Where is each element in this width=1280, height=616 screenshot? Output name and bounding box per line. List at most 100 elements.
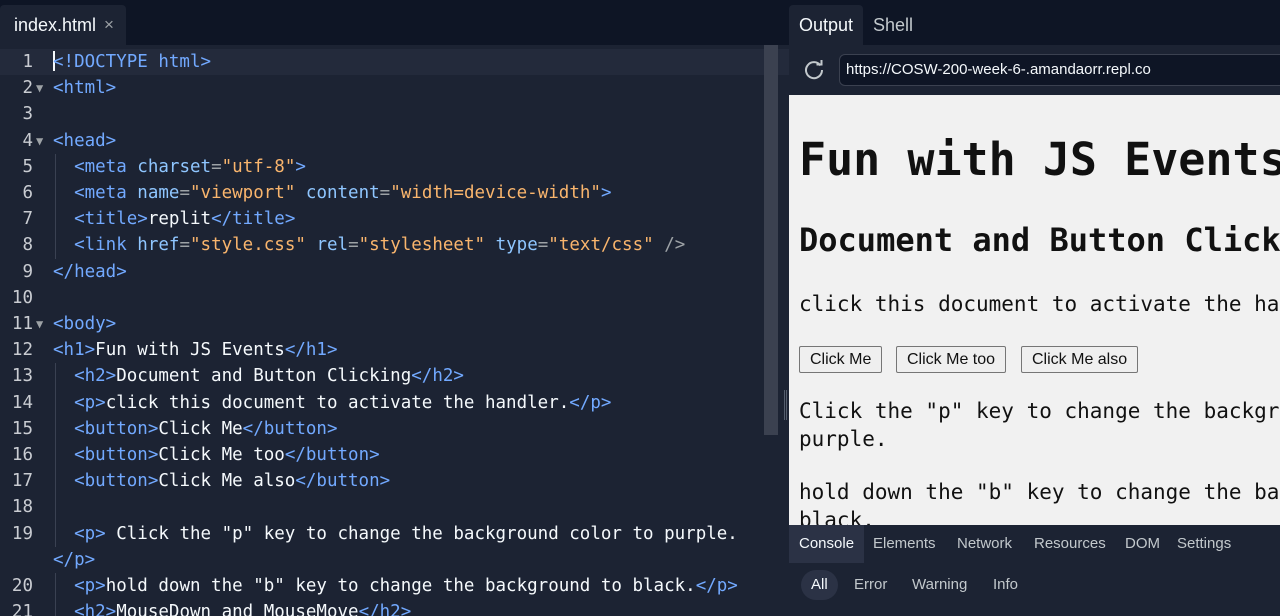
code-line[interactable]: 11 ▼ <body> bbox=[0, 311, 789, 337]
line-number: 1 bbox=[22, 52, 33, 72]
code-line[interactable]: 8 <link href="style.css" rel="stylesheet… bbox=[0, 232, 789, 259]
line-number: 12 bbox=[11, 340, 33, 361]
code-token: <button> bbox=[74, 471, 159, 492]
code-token: <body> bbox=[53, 314, 117, 334]
filter-all[interactable]: All bbox=[801, 570, 838, 600]
code-line[interactable]: 21 <h2>MouseDown and MouseMove</h2> bbox=[0, 599, 789, 616]
tab-shell[interactable]: Shell bbox=[863, 5, 923, 45]
code-token: Click Me bbox=[158, 418, 243, 439]
code-line[interactable]: 6 <meta name="viewport" content="width=d… bbox=[0, 180, 789, 207]
code-line[interactable]: </p> bbox=[0, 547, 789, 573]
devtools-tab-elements[interactable]: Elements bbox=[863, 525, 946, 563]
code-line[interactable]: 2 ▼ <html> bbox=[0, 75, 789, 101]
code-token: > bbox=[295, 156, 306, 177]
devtools-tab-network[interactable]: Network bbox=[947, 525, 1022, 563]
code-token: "stylesheet" bbox=[358, 235, 486, 256]
fold-arrow-icon[interactable]: ▼ bbox=[36, 311, 43, 337]
code-token: <h1> bbox=[53, 340, 96, 361]
code-text: <button>Click Me</button> bbox=[53, 416, 337, 442]
code-line[interactable]: 7 <title>replit</title> bbox=[0, 206, 789, 233]
code-token: </p> bbox=[695, 576, 738, 596]
code-token: </title> bbox=[211, 209, 296, 230]
code-token: </p> bbox=[569, 392, 612, 413]
devtools-panel: Console Elements Network Resources DOM S… bbox=[789, 525, 1280, 616]
code-text: <body> bbox=[53, 311, 116, 337]
code-token: = bbox=[348, 235, 359, 256]
code-editor[interactable]: 1 <!DOCTYPE html> 2 ▼ <html> 3 4 ▼ <head> 5 <meta… bbox=[0, 45, 789, 616]
code-token: charset bbox=[137, 156, 212, 177]
code-line[interactable]: 9 </head> bbox=[0, 259, 789, 285]
code-token: <link bbox=[74, 235, 138, 256]
click-me-button[interactable]: Click Me bbox=[799, 346, 883, 373]
click-me-also-button[interactable]: Click Me also bbox=[1021, 346, 1139, 373]
code-line[interactable]: 19 <p> Click the "p" key to change the b… bbox=[0, 520, 789, 547]
editor-scrollbar[interactable] bbox=[764, 45, 778, 435]
line-number: 9 bbox=[22, 261, 33, 282]
code-token: Click the "p" key to change the backgrou… bbox=[105, 523, 738, 544]
code-text: <button>Click Me too</button> bbox=[53, 442, 380, 468]
click-me-too-button[interactable]: Click Me too bbox=[896, 346, 1007, 373]
webview-output[interactable]: Fun with JS Events Document and Button C… bbox=[789, 95, 1280, 525]
code-token: <!DOCTYPE html> bbox=[53, 52, 212, 72]
code-token: replit bbox=[147, 209, 212, 230]
code-line[interactable]: 17 <button>Click Me also</button> bbox=[0, 468, 789, 495]
devtools-tab-console[interactable]: Console bbox=[789, 525, 865, 563]
code-line[interactable]: 14 <p>click this document to activate th… bbox=[0, 389, 789, 416]
code-text: <h1>Fun with JS Events</h1> bbox=[53, 337, 338, 363]
code-line[interactable]: 4 ▼ <head> bbox=[0, 128, 789, 154]
code-token: Click Me too bbox=[158, 445, 285, 465]
devtools-tab-settings[interactable]: Settings bbox=[1167, 525, 1241, 563]
code-token: Click Me also bbox=[158, 471, 296, 492]
paragraph-p-key-wrap: purple. bbox=[799, 427, 888, 451]
code-line[interactable]: 18 bbox=[0, 494, 789, 521]
code-token: <p> bbox=[74, 392, 106, 413]
filter-info[interactable]: Info bbox=[983, 570, 1028, 600]
devtools-tab-resources[interactable]: Resources bbox=[1024, 525, 1116, 563]
pane-resize-handle[interactable] bbox=[784, 390, 787, 420]
code-text: </head> bbox=[53, 259, 127, 285]
code-token: > bbox=[600, 183, 612, 203]
refresh-icon[interactable] bbox=[803, 59, 825, 81]
code-text: <button>Click Me also</button> bbox=[53, 468, 390, 494]
code-token: </p> bbox=[53, 549, 96, 570]
devtools-tab-dom[interactable]: DOM bbox=[1115, 525, 1170, 563]
code-line[interactable]: 10 bbox=[0, 285, 789, 311]
url-input[interactable]: https://COSW-200-week-6-.amandaorr.repl.… bbox=[839, 54, 1280, 86]
code-line[interactable]: 12 <h1>Fun with JS Events</h1> bbox=[0, 337, 789, 363]
code-line[interactable]: 16 <button>Click Me too</button> bbox=[0, 442, 789, 469]
code-line[interactable]: 3 bbox=[0, 101, 789, 127]
code-token: </h1> bbox=[284, 340, 338, 361]
code-token: <html> bbox=[53, 78, 117, 99]
code-token: <h2> bbox=[74, 602, 117, 616]
line-number: 6 bbox=[22, 183, 33, 203]
editor-tab-bar: index.html × bbox=[0, 0, 789, 45]
fold-arrow-icon[interactable]: ▼ bbox=[36, 75, 43, 101]
code-line[interactable]: 13 <h2>Document and Button Clicking</h2> bbox=[0, 363, 789, 390]
code-token: = bbox=[379, 183, 391, 203]
code-token: Document and Button Clicking bbox=[116, 366, 412, 387]
code-line[interactable]: 15 <button>Click Me</button> bbox=[0, 415, 789, 442]
filter-error[interactable]: Error bbox=[844, 570, 897, 600]
code-line[interactable]: 20 <p>hold down the "b" key to change th… bbox=[0, 573, 789, 600]
code-token: </button> bbox=[295, 471, 391, 492]
code-token: <button> bbox=[74, 445, 159, 465]
code-text: <p> Click the "p" key to change the back… bbox=[53, 521, 738, 547]
code-text: <p>click this document to activate the h… bbox=[53, 390, 611, 416]
tab-output[interactable]: Output bbox=[789, 5, 864, 45]
fold-arrow-icon[interactable]: ▼ bbox=[36, 128, 43, 154]
code-token: Fun with JS Events bbox=[95, 340, 285, 361]
filter-warning[interactable]: Warning bbox=[902, 570, 977, 600]
line-number: 14 bbox=[11, 392, 33, 413]
close-icon[interactable]: × bbox=[104, 5, 114, 45]
code-token: type bbox=[495, 235, 538, 256]
line-number: 13 bbox=[11, 366, 33, 387]
code-line[interactable]: 5 <meta charset="utf-8"> bbox=[0, 153, 789, 180]
code-line[interactable]: 1 <!DOCTYPE html> bbox=[0, 49, 789, 76]
code-token: <title> bbox=[74, 209, 148, 230]
tab-index-html[interactable]: index.html × bbox=[0, 5, 126, 45]
code-text: </p> bbox=[53, 547, 95, 573]
